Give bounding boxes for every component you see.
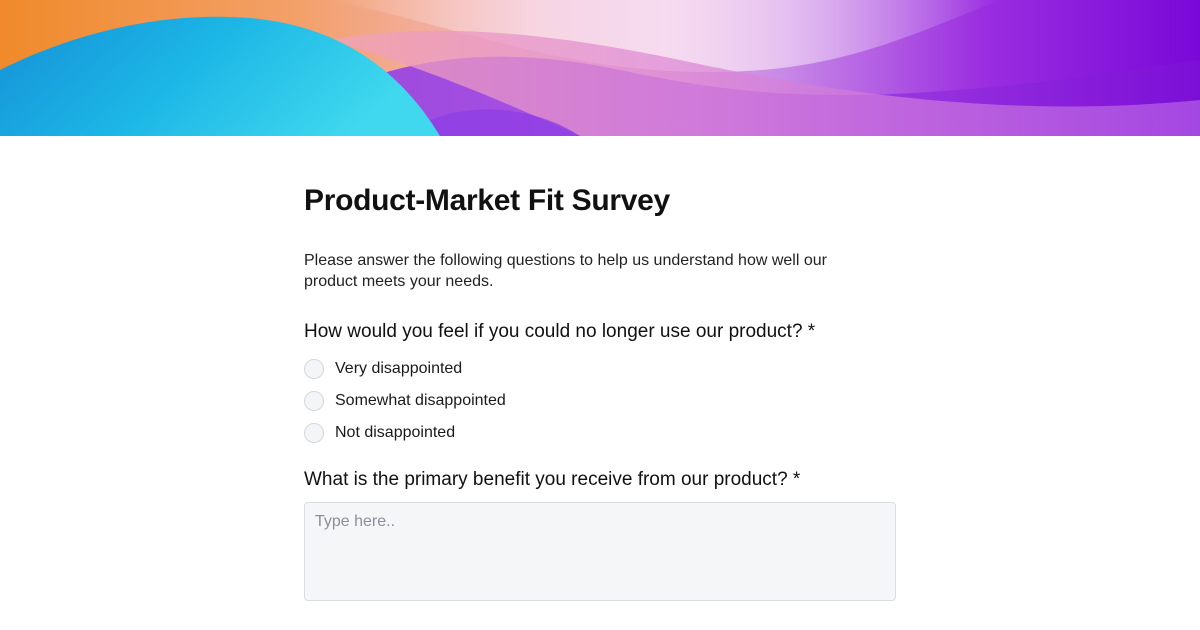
option-somewhat-disappointed[interactable]: Somewhat disappointed <box>304 385 704 417</box>
option-label: Somewhat disappointed <box>335 392 506 409</box>
question-primary-benefit-label: What is the primary benefit you receive … <box>304 469 801 490</box>
radio-somewhat-disappointed[interactable] <box>304 391 324 411</box>
header-banner <box>0 0 1200 136</box>
radio-very-disappointed[interactable] <box>304 359 324 379</box>
gradient-wave-image <box>0 0 1200 136</box>
form-intro: Please answer the following questions to… <box>304 252 827 290</box>
survey-page: Product-Market Fit Survey Please answer … <box>0 0 1200 630</box>
option-label: Not disappointed <box>335 424 456 441</box>
disappointment-options: Very disappointed Somewhat disappointed … <box>304 353 704 449</box>
option-label: Very disappointed <box>335 360 463 377</box>
primary-benefit-textarea[interactable] <box>304 502 896 601</box>
radio-not-disappointed[interactable] <box>304 423 324 443</box>
option-very-disappointed[interactable]: Very disappointed <box>304 353 704 385</box>
option-not-disappointed[interactable]: Not disappointed <box>304 417 704 449</box>
form-title: Product-Market Fit Survey <box>304 184 670 217</box>
question-disappointment-label: How would you feel if you could no longe… <box>304 321 816 342</box>
